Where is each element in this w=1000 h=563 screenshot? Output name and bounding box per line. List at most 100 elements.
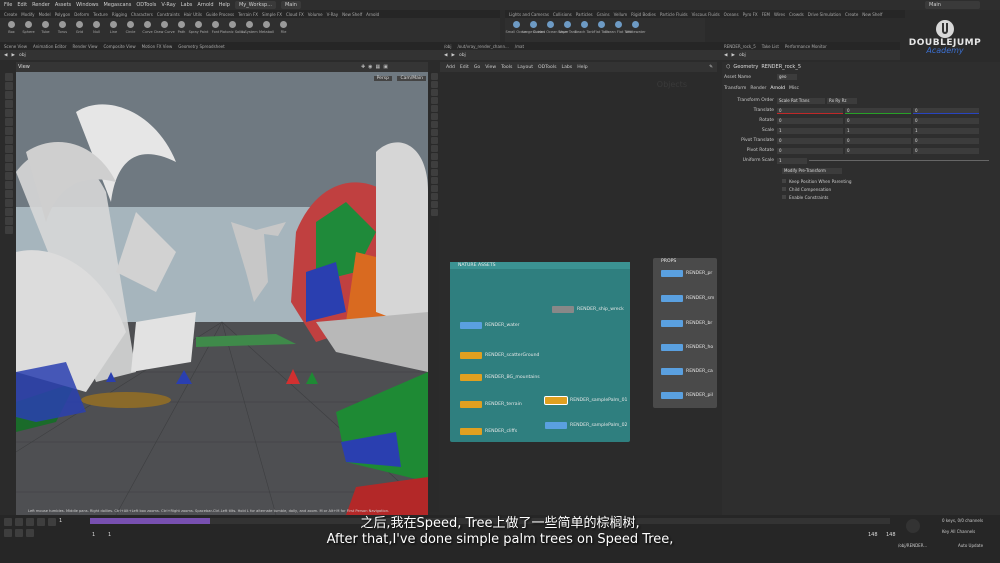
tab-vray-render[interactable]: /out/vray_render_chann... <box>457 44 508 49</box>
light-tool-icon[interactable] <box>4 145 13 153</box>
display-option-icon[interactable] <box>430 129 438 136</box>
network-menu-edit[interactable]: Edit <box>460 65 469 70</box>
pin-tool-icon[interactable] <box>4 217 13 225</box>
main-desktop-select[interactable]: Main <box>925 1 980 9</box>
tab-mat[interactable]: /mat <box>515 44 524 49</box>
translate-x[interactable]: 0 <box>777 107 843 114</box>
menu-megascans[interactable]: Megascans <box>103 2 131 8</box>
shelf-tab[interactable]: Rigid Bodies <box>631 12 656 17</box>
pivot-rotate-z[interactable]: 0 <box>913 147 979 154</box>
scale-z[interactable]: 1 <box>913 127 979 134</box>
uniform-scale-slider[interactable] <box>809 160 989 161</box>
tool-ocean[interactable]: Guided Ocean Layer <box>533 18 568 42</box>
node-render-scatterground[interactable]: RENDER_scatterGround <box>460 352 539 359</box>
translate-y[interactable]: 0 <box>845 107 911 114</box>
display-option-icon[interactable] <box>430 153 438 160</box>
display-option-icon[interactable] <box>430 113 438 120</box>
menu-odtools[interactable]: ODTools <box>136 2 156 8</box>
view-tool-icon[interactable] <box>4 127 13 135</box>
camera-tool-icon[interactable] <box>4 181 13 189</box>
cube-tool-icon[interactable] <box>4 208 13 216</box>
shelf-tab[interactable]: Volume <box>308 12 323 17</box>
node-render-ho[interactable]: RENDER_ho <box>661 344 713 351</box>
param-path[interactable]: obj <box>739 53 746 58</box>
snap-tool-icon[interactable] <box>4 163 13 171</box>
tab-render-rock[interactable]: RENDER_rock_5 <box>724 44 756 49</box>
node-render-ca[interactable]: RENDER_ca <box>661 368 713 375</box>
shelf-tab[interactable]: Hair Utils <box>184 12 202 17</box>
pivot-translate-y[interactable]: 0 <box>845 137 911 144</box>
node-render-samplepalm-02[interactable]: RENDER_samplePalm_02 <box>545 422 627 429</box>
shelf-tab[interactable]: FEM <box>762 12 770 17</box>
nature-assets-box[interactable]: NATURE ASSETS RENDER_water RENDER_scatte… <box>450 262 630 442</box>
rotate-x[interactable]: 0 <box>777 117 843 124</box>
shelf-tab[interactable]: Wires <box>774 12 785 17</box>
network-editor[interactable]: Objects NATURE ASSETS RENDER_water RENDE… <box>440 72 717 515</box>
wrench-icon[interactable]: ✎ <box>709 65 713 70</box>
props-box[interactable]: PROPS RENDER_pr RENDER_sm RENDER_br REND… <box>653 258 717 408</box>
node-name[interactable]: RENDER_rock_5 <box>761 64 801 70</box>
forward-icon[interactable]: ▶ <box>731 53 734 58</box>
rotate-y[interactable]: 0 <box>845 117 911 124</box>
forward-icon[interactable]: ▶ <box>11 53 14 58</box>
grid-toggle-icon[interactable]: ▦ <box>376 64 381 70</box>
menu-file[interactable]: File <box>4 2 12 8</box>
shelf-tab[interactable]: Terrain FX <box>238 12 258 17</box>
viewport-3d[interactable]: Persp Cam/Main Left mouse tumbles. Middl… <box>16 72 428 515</box>
translate-z[interactable]: 0 <box>913 107 979 114</box>
bowl-tool-icon[interactable] <box>4 226 13 234</box>
tool-null[interactable]: Null <box>89 18 104 42</box>
shelf-tab[interactable]: Crowds <box>789 12 804 17</box>
shelf-tab[interactable]: Particle Fluids <box>660 12 688 17</box>
camera-icon[interactable]: ◉ <box>368 64 372 70</box>
shelf-tab[interactable]: Guide Process <box>206 12 234 17</box>
shelf-tab[interactable]: Viscous Fluids <box>692 12 720 17</box>
display-option-icon[interactable] <box>430 201 438 208</box>
shelf-tab[interactable]: New Shelf <box>862 12 882 17</box>
enable-constraints-checkbox[interactable]: Enable Constraints <box>782 194 852 202</box>
shelf-tab[interactable]: Constraints <box>157 12 180 17</box>
tool-metaball[interactable]: Metaball <box>259 18 274 42</box>
network-menu-view[interactable]: View <box>485 65 496 70</box>
shelf-tab[interactable]: Characters <box>131 12 153 17</box>
pivot-translate-x[interactable]: 0 <box>777 137 843 144</box>
child-compensation-checkbox[interactable]: Child Compensation <box>782 186 852 194</box>
select-tool-icon[interactable] <box>4 73 13 81</box>
workspace-tab[interactable]: Main <box>280 1 301 9</box>
desktop-tab[interactable]: My_Worksp... <box>234 1 276 9</box>
tool-tank[interactable]: Wave Tank <box>558 18 577 42</box>
snap-icon[interactable]: ✚ <box>361 64 365 70</box>
node-render-br[interactable]: RENDER_br <box>661 320 712 327</box>
shelf-tab[interactable]: Grains <box>597 12 610 17</box>
paint-tool-icon[interactable] <box>4 199 13 207</box>
menu-windows[interactable]: Windows <box>76 2 98 8</box>
scale-x[interactable]: 1 <box>777 127 843 134</box>
shelf-tab[interactable]: Polygon <box>55 12 71 17</box>
shelf-tab[interactable]: Deform <box>74 12 89 17</box>
menu-edit[interactable]: Edit <box>17 2 27 8</box>
display-option-icon[interactable] <box>430 81 438 88</box>
display-option-icon[interactable] <box>430 97 438 104</box>
tab-render-view[interactable]: Render View <box>72 44 97 49</box>
brush-tool-icon[interactable] <box>4 136 13 144</box>
display-option-icon[interactable] <box>430 161 438 168</box>
back-icon[interactable]: ◀ <box>444 53 447 58</box>
pivot-rotate-x[interactable]: 0 <box>777 147 843 154</box>
menu-render[interactable]: Render <box>32 2 50 8</box>
menu-labs[interactable]: Labs <box>181 2 193 8</box>
node-render-cliffs[interactable]: RENDER_cliffs <box>460 428 517 435</box>
tool-lsystem[interactable]: L-System <box>241 18 258 42</box>
tool-tank[interactable]: Ocean Flat Tank <box>605 18 632 42</box>
shelf-tab[interactable]: Simple FX <box>262 12 282 17</box>
shelf-tab[interactable]: Drive Simulation <box>808 12 841 17</box>
tool-whitewater[interactable]: Whitewater <box>625 18 646 42</box>
menu-assets[interactable]: Assets <box>55 2 71 8</box>
pivot-translate-z[interactable]: 0 <box>913 137 979 144</box>
menu-help[interactable]: Help <box>219 2 230 8</box>
shelf-tab[interactable]: Lights and Cameras <box>509 12 549 17</box>
display-option-icon[interactable] <box>430 121 438 128</box>
persp-menu[interactable]: Persp <box>373 76 392 81</box>
uniform-scale-field[interactable]: 1 <box>777 157 807 164</box>
tab-misc[interactable]: Misc <box>789 86 799 91</box>
tab-take-list[interactable]: Take List <box>762 44 779 49</box>
